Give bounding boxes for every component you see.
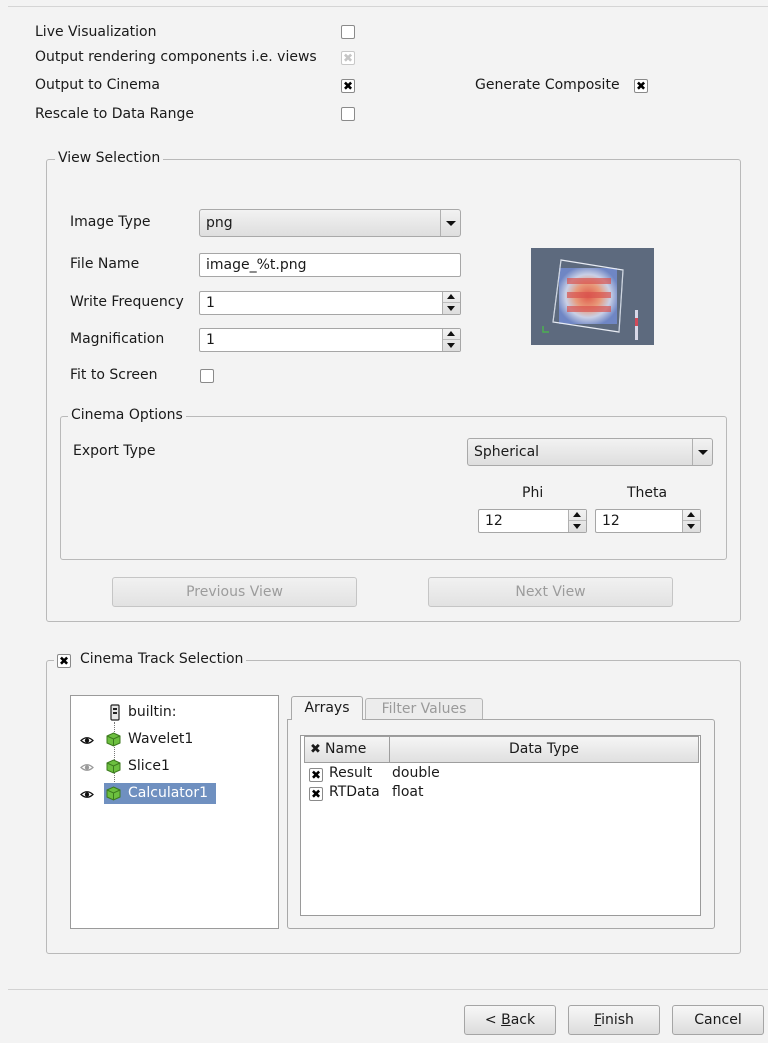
chevron-down-icon	[440, 210, 460, 236]
tab-label: Filter Values	[381, 701, 467, 717]
spin-down-icon[interactable]	[443, 303, 460, 314]
image-type-value: png	[206, 215, 233, 231]
output-views-checkbox[interactable]	[341, 49, 355, 67]
chevron-down-icon	[692, 439, 712, 465]
fit-to-screen-label: Fit to Screen	[70, 367, 158, 383]
finish-rest: inish	[601, 1012, 634, 1028]
pipeline-browser[interactable]: builtin: Wavelet1 Slice1 Calculator1	[70, 695, 279, 929]
cube-icon	[106, 759, 121, 774]
export-type-select[interactable]: Spherical	[467, 438, 713, 466]
output-views-label: Output rendering components i.e. views	[35, 49, 317, 65]
header-check-icon[interactable]: ✖	[310, 737, 321, 762]
spin-up-icon[interactable]	[569, 510, 586, 521]
spin-down-icon[interactable]	[443, 340, 460, 351]
image-type-select[interactable]: png	[199, 209, 461, 237]
phi-value: 12	[485, 513, 503, 529]
array-type: float	[392, 784, 424, 800]
fit-to-screen-checkbox[interactable]	[200, 369, 214, 383]
write-frequency-spinbox[interactable]: 1	[199, 291, 461, 315]
rescale-label: Rescale to Data Range	[35, 106, 194, 122]
output-cinema-checkbox[interactable]	[341, 77, 355, 95]
cinema-options-title: Cinema Options	[68, 407, 186, 423]
tab-filter-values[interactable]: Filter Values	[365, 698, 483, 720]
spin-down-icon[interactable]	[569, 521, 586, 532]
cube-icon	[106, 786, 121, 801]
row-checkbox[interactable]	[309, 785, 323, 803]
next-view-button[interactable]: Next View	[428, 577, 673, 607]
spin-down-icon[interactable]	[683, 521, 700, 532]
array-name: Result	[329, 765, 373, 781]
export-type-value: Spherical	[474, 444, 540, 460]
back-rest: ack	[510, 1012, 536, 1028]
back-prefix: <	[484, 1012, 502, 1028]
theta-spinbox[interactable]: 12	[595, 509, 701, 533]
spin-up-icon[interactable]	[683, 510, 700, 521]
eye-icon[interactable]	[80, 790, 94, 799]
export-type-label: Export Type	[73, 443, 156, 459]
pipeline-item-label: Calculator1	[128, 785, 209, 801]
finish-button[interactable]: Finish	[568, 1005, 660, 1035]
server-icon	[110, 704, 120, 721]
write-frequency-label: Write Frequency	[70, 294, 184, 310]
tab-arrays[interactable]: Arrays	[291, 696, 363, 720]
column-header-label: Name	[325, 741, 367, 757]
pipeline-item-builtin[interactable]: builtin:	[71, 702, 278, 724]
image-type-label: Image Type	[70, 214, 151, 230]
eye-icon[interactable]	[80, 736, 94, 745]
theta-value: 12	[602, 513, 620, 529]
generate-composite-checkbox[interactable]	[634, 77, 648, 95]
pipeline-item-label: Wavelet1	[128, 731, 194, 747]
file-name-input[interactable]: image_%t.png	[199, 253, 461, 277]
array-type: double	[392, 765, 440, 781]
back-button[interactable]: < Back	[464, 1005, 556, 1035]
eye-dimmed-icon[interactable]	[80, 763, 94, 772]
back-mnemonic: B	[501, 1012, 511, 1028]
table-row[interactable]: Result double	[301, 765, 700, 784]
tab-label: Arrays	[304, 700, 350, 716]
output-cinema-label: Output to Cinema	[35, 77, 160, 93]
arrays-table[interactable]: ✖ Name Data Type Result double RTData fl…	[300, 735, 701, 916]
view-preview-thumbnail	[531, 248, 654, 345]
file-name-value: image_%t.png	[206, 257, 307, 273]
generate-composite-label: Generate Composite	[475, 77, 620, 93]
column-header-data-type[interactable]: Data Type	[389, 736, 699, 763]
array-name: RTData	[329, 784, 380, 800]
footer-divider	[8, 989, 768, 990]
column-header-name[interactable]: ✖ Name	[304, 736, 390, 763]
track-selection-checkbox[interactable]	[57, 652, 71, 670]
top-divider	[8, 6, 768, 7]
cancel-button[interactable]: Cancel	[672, 1005, 764, 1035]
phi-label: Phi	[522, 485, 544, 501]
live-visualization-checkbox[interactable]	[341, 25, 355, 39]
row-checkbox[interactable]	[309, 766, 323, 784]
pipeline-item-label: builtin:	[128, 704, 177, 720]
spin-up-icon[interactable]	[443, 292, 460, 303]
pipeline-item-wavelet1[interactable]: Wavelet1	[71, 729, 278, 751]
previous-view-button[interactable]: Previous View	[112, 577, 357, 607]
write-frequency-value: 1	[206, 295, 215, 311]
cube-icon	[106, 732, 121, 747]
file-name-label: File Name	[70, 256, 140, 272]
pipeline-item-calculator1[interactable]: Calculator1	[71, 783, 278, 805]
theta-label: Theta	[627, 485, 668, 501]
column-header-label: Data Type	[508, 741, 580, 757]
track-selection-header: Cinema Track Selection	[54, 651, 247, 667]
track-selection-title: Cinema Track Selection	[80, 651, 244, 667]
pipeline-item-label: Slice1	[128, 758, 170, 774]
live-visualization-label: Live Visualization	[35, 24, 157, 40]
pipeline-item-slice1[interactable]: Slice1	[71, 756, 278, 778]
magnification-value: 1	[206, 332, 215, 348]
phi-spinbox[interactable]: 12	[478, 509, 587, 533]
magnification-spinbox[interactable]: 1	[199, 328, 461, 352]
view-selection-title: View Selection	[55, 150, 164, 166]
spin-up-icon[interactable]	[443, 329, 460, 340]
table-row[interactable]: RTData float	[301, 784, 700, 803]
magnification-label: Magnification	[70, 331, 165, 347]
rescale-checkbox[interactable]	[341, 107, 355, 121]
